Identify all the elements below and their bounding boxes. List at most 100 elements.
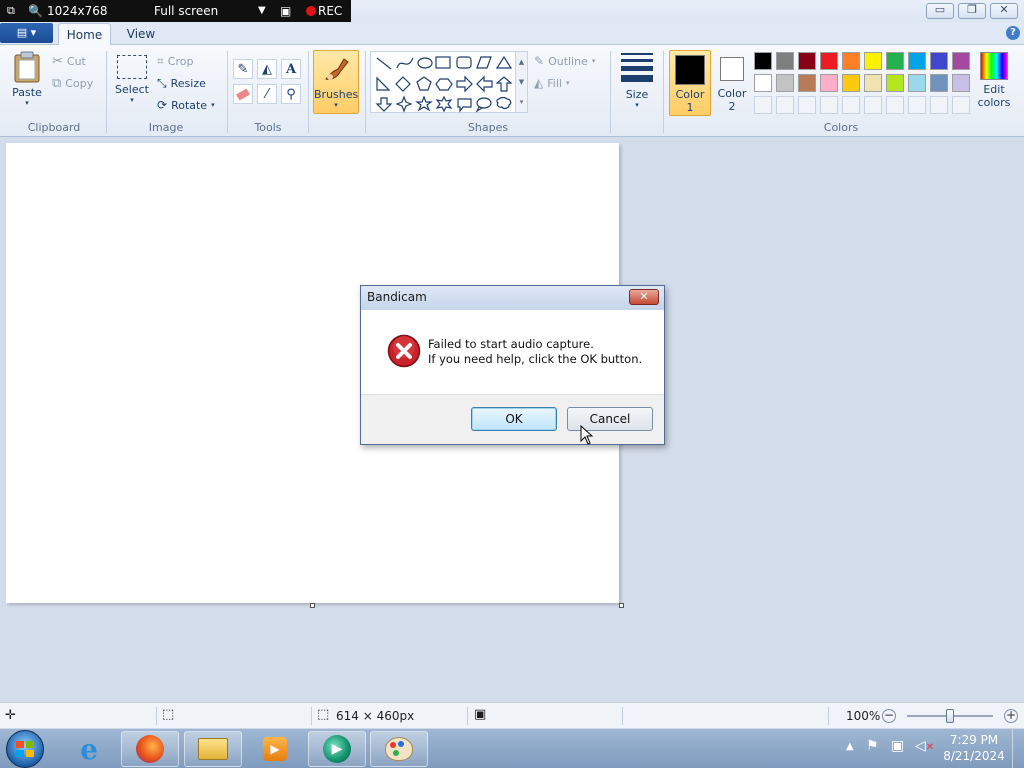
fill-button[interactable]: ◭ Fill ▾ [534,74,569,92]
color-swatch[interactable] [754,74,772,92]
select-button[interactable]: Select ▾ [113,53,151,104]
camera-icon[interactable]: ▣ [280,4,291,18]
color-swatch[interactable] [842,52,860,70]
magnifier-icon[interactable]: 🔍 [28,4,43,18]
color-swatch[interactable] [864,74,882,92]
ribbon: Paste ▾ ✂ Cut ⧉ Copy Clipboard Select ▾ … [0,45,1024,137]
window-mode-icon[interactable]: ⧉ [7,4,15,18]
color1-button[interactable]: Color 1 [669,50,711,116]
separator [156,707,157,725]
outline-button[interactable]: ✎ Outline ▾ [534,52,595,70]
show-desktop-button[interactable] [1012,729,1024,768]
show-hidden-icons-button[interactable]: ▲ [846,741,854,752]
firefox-taskbar-icon[interactable] [121,731,179,767]
file-explorer-taskbar-icon[interactable] [184,731,242,767]
clock-date: 8/21/2024 [943,749,1005,763]
magnifier-icon[interactable]: ⚲ [281,84,301,104]
separator [311,707,312,725]
color1-label: Color [675,88,705,101]
restore-button[interactable]: ❐ [958,3,986,19]
canvas-size-icon: ⬚ [317,707,330,722]
color1-number: 1 [686,101,694,114]
shapes-icon[interactable] [373,52,513,114]
custom-color-slot[interactable] [798,96,816,114]
bandicam-taskbar-icon[interactable]: ▶ [308,731,366,767]
color-swatch[interactable] [908,52,926,70]
color2-button[interactable]: Color 2 [713,50,751,116]
resize-handle-corner[interactable] [619,603,624,608]
edit-colors-label2: colors [977,96,1011,109]
paint-menu-button[interactable]: ▤ ▾ [0,23,53,43]
custom-color-slot[interactable] [930,96,948,114]
color-swatch[interactable] [952,74,970,92]
color-swatch[interactable] [754,52,772,70]
color-picker-icon[interactable]: ⁄ [257,84,277,104]
media-player-taskbar-icon[interactable]: ▶ [246,731,304,767]
bandicam-mode[interactable]: Full screen [154,4,218,18]
clipboard-group-label: Clipboard [27,121,81,134]
resize-handle-bottom[interactable] [310,603,315,608]
help-icon[interactable]: ? [1006,26,1020,40]
network-icon[interactable]: ▣ [891,738,904,754]
crop-button[interactable]: ⌗ Crop [157,52,193,70]
scissors-icon: ✂ [52,53,63,69]
custom-color-slot[interactable] [776,96,794,114]
size-button[interactable]: Size ▾ [617,51,657,109]
custom-color-slot[interactable] [886,96,904,114]
custom-color-slot[interactable] [864,96,882,114]
color-swatch[interactable] [886,52,904,70]
taskbar-clock[interactable]: 7:29 PM 8/21/2024 [940,733,1008,763]
zoom-in-button[interactable]: + [1004,709,1018,723]
zoom-slider-thumb[interactable] [946,709,954,723]
custom-color-slot[interactable] [908,96,926,114]
zoom-out-button[interactable]: − [882,709,896,723]
ok-button[interactable]: OK [471,407,557,431]
fill-bucket-icon[interactable]: ◭ [257,59,277,79]
custom-color-slot[interactable] [820,96,838,114]
color-swatch[interactable] [820,52,838,70]
color-swatch[interactable] [952,52,970,70]
tab-home[interactable]: Home [58,23,111,46]
color-swatch[interactable] [930,74,948,92]
custom-color-slot[interactable] [842,96,860,114]
shapes-scroll[interactable]: ▲ ▼ ▾ [515,52,527,112]
dialog-footer: OK Cancel [361,394,664,444]
crop-icon: ⌗ [157,53,164,68]
record-button[interactable]: REC [318,4,342,18]
minimize-button[interactable]: ▭ [926,3,954,19]
custom-color-slot[interactable] [952,96,970,114]
windows-logo-icon [16,741,34,757]
pencil-icon[interactable]: ✎ [233,59,253,79]
edit-colors-button[interactable]: Edit colors [975,52,1013,109]
custom-color-slot[interactable] [754,96,772,114]
resize-button[interactable]: ⤡ Resize [157,74,206,92]
color-swatch[interactable] [886,74,904,92]
color-swatch[interactable] [908,74,926,92]
start-button[interactable] [6,730,44,768]
internet-explorer-taskbar-icon[interactable]: e [60,731,118,767]
tab-view[interactable]: View [118,23,164,45]
color-swatch[interactable] [798,52,816,70]
color-swatch[interactable] [820,74,838,92]
color-swatch[interactable] [864,52,882,70]
color-swatch[interactable] [776,52,794,70]
close-window-button[interactable]: ✕ [990,3,1018,19]
dialog-body: Failed to start audio capture. If you ne… [361,310,664,394]
brushes-button[interactable]: Brushes ▾ [313,50,359,114]
crop-label: Crop [167,54,194,68]
color-swatch[interactable] [930,52,948,70]
paste-button[interactable]: Paste ▾ [8,51,46,113]
dialog-close-button[interactable]: ✕ [629,289,659,305]
rotate-button[interactable]: ⟳ Rotate ▾ [157,96,215,114]
color-swatch[interactable] [842,74,860,92]
copy-button[interactable]: ⧉ Copy [52,74,93,92]
dropdown-arrow-icon[interactable]: ▼ [258,5,266,16]
eraser-icon[interactable] [233,84,253,104]
color-swatch[interactable] [776,74,794,92]
color-swatch[interactable] [798,74,816,92]
paint-taskbar-icon[interactable] [370,731,428,767]
text-tool-icon[interactable]: A [281,59,301,79]
cut-button[interactable]: ✂ Cut [52,52,86,70]
action-center-flag-icon[interactable]: ⚑ [866,738,879,754]
volume-muted-icon[interactable]: ◁✕ [915,738,934,754]
